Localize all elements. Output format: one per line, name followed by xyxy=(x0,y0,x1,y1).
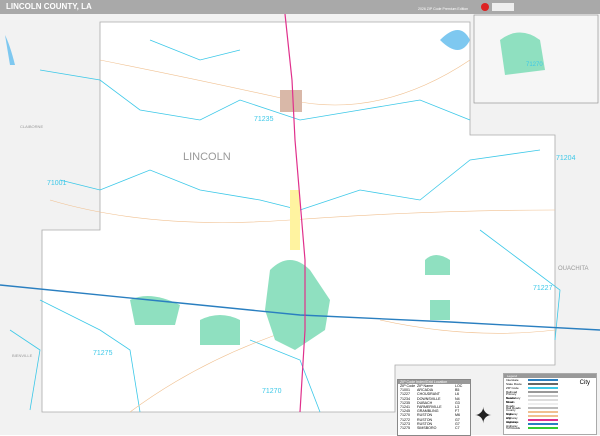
zip-label-71235: 71235 xyxy=(254,116,274,123)
edition-label: 2026 ZIP Code Premium Edition xyxy=(418,7,469,11)
legend-swatch xyxy=(528,415,558,417)
compass-rose-icon: ✦ xyxy=(474,403,493,428)
zip-label-71204: 71204 xyxy=(556,155,576,162)
inset-zip-label: 71270 xyxy=(526,62,543,68)
map-legend: Legend Interstate State Route ZIP Code Rail… xyxy=(503,373,597,435)
county-map[interactable]: 71270 LINCOLN CLAIBORNE BIENVILLE OUACHI… xyxy=(0,14,600,435)
legend-swatch xyxy=(528,423,558,425)
claiborne-label: CLAIBORNE xyxy=(20,124,43,129)
ouachita-label: OUACHITA xyxy=(558,266,589,272)
county-label: LINCOLN xyxy=(183,151,231,163)
legend-city-label: City xyxy=(579,380,590,386)
market-maps-logo xyxy=(481,3,514,11)
map-title: LINCOLN COUNTY, LA xyxy=(6,2,92,11)
table-cell: C7 xyxy=(455,426,460,431)
bienville-label: BIENVILLE xyxy=(12,353,33,358)
legend-swatch xyxy=(528,383,558,385)
legend-swatch xyxy=(528,427,558,429)
legend-swatch xyxy=(528,379,558,381)
table-cell: SIMSBORO xyxy=(417,426,437,431)
legend-swatch xyxy=(528,395,558,397)
zip-label-71227: 71227 xyxy=(533,285,553,292)
legend-swatch xyxy=(528,419,558,421)
legend-swatch xyxy=(528,403,558,405)
legend-swatch xyxy=(528,391,558,393)
legend-swatch xyxy=(528,399,558,401)
table-cell: 71275 xyxy=(400,426,410,431)
zip-index-table: ZIP Code Index/Grid Location ZIP Code ZIP… xyxy=(397,379,471,436)
legend-item: Toll Roads xyxy=(504,426,596,430)
zip-label-71270: 71270 xyxy=(262,388,282,395)
legend-item-label: Toll Roads xyxy=(506,426,521,430)
table-row: 71275 SIMSBORO C7 xyxy=(398,426,470,430)
legend-swatch xyxy=(528,407,558,409)
zip-label-71001: 71001 xyxy=(47,180,67,187)
inset-urban xyxy=(500,32,545,75)
zip-label-71275: 71275 xyxy=(93,350,113,357)
legend-swatch xyxy=(528,411,558,413)
legend-swatch xyxy=(528,387,558,389)
header-bar: LINCOLN COUNTY, LA 2026 ZIP Code Premium… xyxy=(0,0,600,14)
